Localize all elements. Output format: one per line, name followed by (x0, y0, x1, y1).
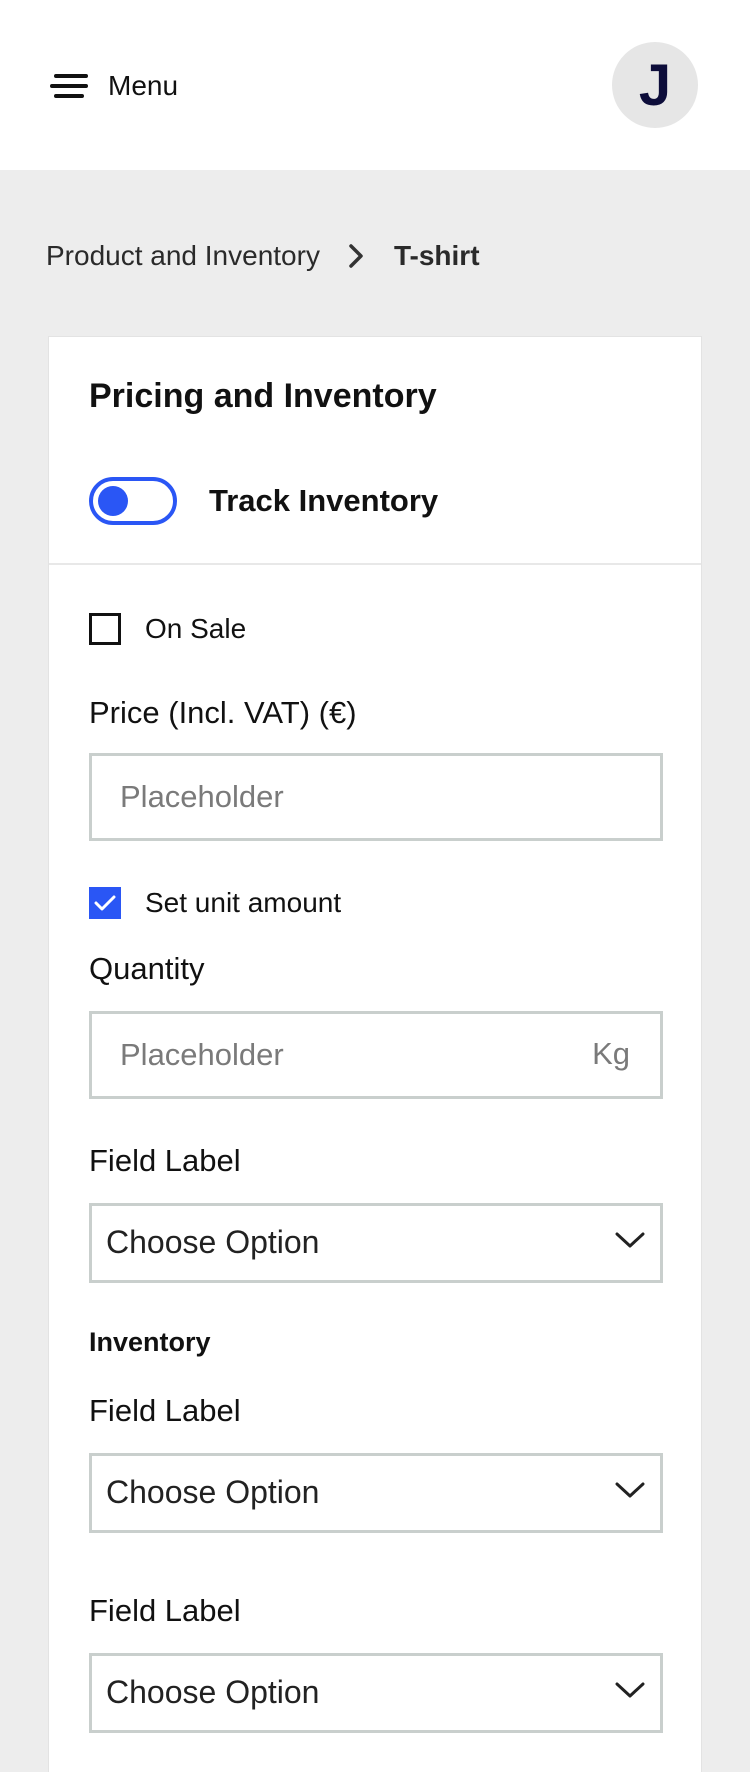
divider (49, 563, 701, 565)
inventory-heading: Inventory (89, 1327, 211, 1357)
set-unit-amount-label: Set unit amount (145, 887, 342, 918)
inventory-select-1-value: Choose Option (106, 1474, 320, 1510)
inventory-select-1[interactable]: Choose Option (89, 1453, 663, 1533)
price-label: Price (Incl. VAT) (€) (89, 695, 357, 730)
chevron-down-icon (614, 1480, 646, 1505)
checkmark-icon (94, 895, 116, 911)
unit-select[interactable]: Choose Option (89, 1203, 663, 1283)
on-sale-label: On Sale (145, 613, 247, 644)
card-title: Pricing and Inventory (89, 377, 437, 415)
inventory-select-1-label: Field Label (89, 1393, 241, 1428)
chevron-right-icon (348, 243, 364, 269)
menu-button[interactable]: Menu (50, 62, 178, 110)
quantity-field[interactable]: Kg (89, 1011, 663, 1099)
pricing-inventory-card: Pricing and Inventory Track Inventory On… (48, 336, 702, 1772)
toggle-knob (98, 486, 128, 516)
breadcrumb-current: T-shirt (393, 240, 480, 271)
track-inventory-toggle[interactable] (89, 477, 177, 525)
set-unit-amount-checkbox[interactable] (89, 887, 121, 919)
chevron-down-icon (614, 1680, 646, 1705)
inventory-select-2-label: Field Label (89, 1593, 241, 1628)
avatar[interactable]: J (612, 42, 698, 128)
quantity-unit-suffix: Kg (592, 1036, 630, 1071)
quantity-label: Quantity (89, 951, 205, 986)
top-bar: Menu J (0, 0, 750, 170)
unit-select-label: Field Label (89, 1143, 241, 1178)
hamburger-icon (50, 73, 88, 99)
unit-select-value: Choose Option (106, 1224, 320, 1260)
breadcrumb-parent-link[interactable]: Product and Inventory (46, 240, 320, 272)
price-field[interactable] (89, 753, 663, 841)
breadcrumb: Product and Inventory T-shirt (46, 232, 480, 280)
track-inventory-label: Track Inventory (209, 483, 439, 518)
on-sale-checkbox[interactable] (89, 613, 121, 645)
inventory-select-2-value: Choose Option (106, 1674, 320, 1710)
quantity-input[interactable] (120, 1014, 580, 1096)
inventory-select-2[interactable]: Choose Option (89, 1653, 663, 1733)
price-input[interactable] (120, 756, 580, 838)
menu-label: Menu (108, 70, 179, 101)
chevron-down-icon (614, 1230, 646, 1255)
